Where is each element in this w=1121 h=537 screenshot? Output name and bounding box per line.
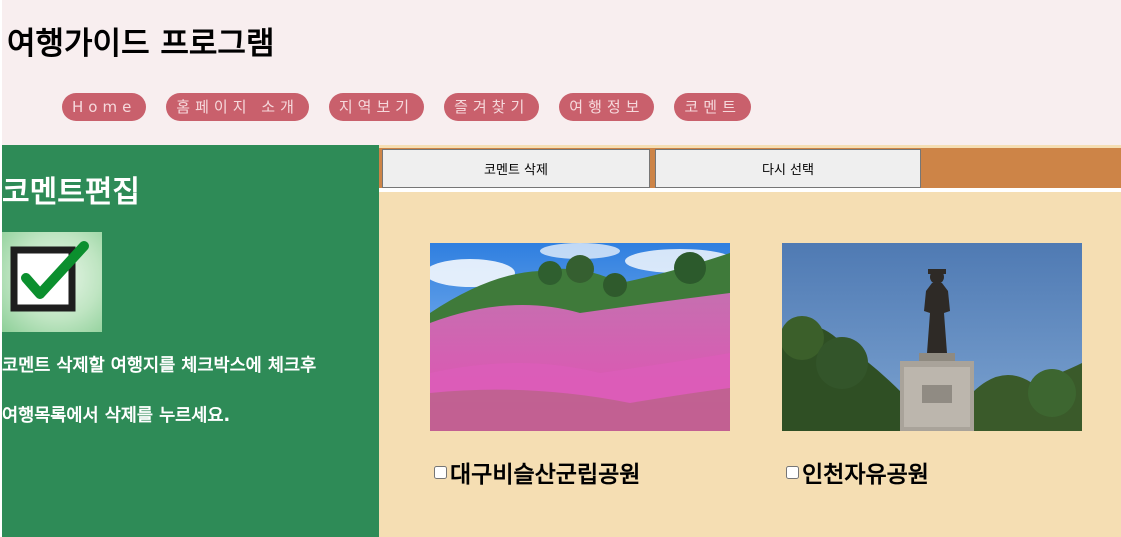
nav-comments[interactable]: 코멘트 xyxy=(674,93,751,121)
place-checkbox-label[interactable]: 대구비슬산군립공원 xyxy=(432,455,640,489)
checkbox-check-icon xyxy=(2,232,102,332)
place-card: 대구비슬산군립공원 xyxy=(430,243,730,488)
statue-photo xyxy=(782,243,1082,431)
sidebar: 코멘트편집 코멘트 삭제할 여행지를 체크박스에 체크후 여행목록에서 삭제를 … xyxy=(2,145,379,537)
main-nav: Home 홈페이지 소개 지역보기 즐겨찾기 여행정보 코멘트 xyxy=(62,93,751,121)
sidebar-description-line: 여행목록에서 삭제를 누르세요. xyxy=(2,406,231,426)
nav-about[interactable]: 홈페이지 소개 xyxy=(166,93,309,121)
nav-favorites[interactable]: 즐겨찾기 xyxy=(444,93,540,121)
toolbar-divider xyxy=(379,188,1121,192)
place-checkbox-label[interactable]: 인천자유공원 xyxy=(784,455,929,489)
header: 여행가이드 프로그램 Home 홈페이지 소개 지역보기 즐겨찾기 여행정보 코… xyxy=(2,0,1121,145)
nav-travel-info[interactable]: 여행정보 xyxy=(559,93,655,121)
sidebar-title: 코멘트편집 xyxy=(2,175,140,210)
delete-comment-button[interactable]: 코멘트 삭제 xyxy=(382,149,650,188)
site-title: 여행가이드 프로그램 xyxy=(7,26,275,62)
azalea-hill-photo xyxy=(430,243,730,431)
place-card: 인천자유공원 xyxy=(782,243,1082,488)
place-checkbox[interactable] xyxy=(434,465,447,479)
page: 여행가이드 프로그램 Home 홈페이지 소개 지역보기 즐겨찾기 여행정보 코… xyxy=(0,0,1121,537)
sidebar-description: 코멘트 삭제할 여행지를 체크박스에 체크후 여행목록에서 삭제를 누르세요. xyxy=(2,341,379,441)
nav-home[interactable]: Home xyxy=(62,93,147,121)
place-name: 인천자유공원 xyxy=(802,462,929,488)
place-checkbox[interactable] xyxy=(786,465,799,479)
toolbar: 코멘트 삭제 다시 선택 xyxy=(379,148,1121,188)
place-name: 대구비슬산군립공원 xyxy=(450,462,641,488)
nav-regions[interactable]: 지역보기 xyxy=(328,93,425,121)
reselect-button[interactable]: 다시 선택 xyxy=(655,149,921,188)
main-content: 코멘트 삭제 다시 선택 대구비슬산군립공원 인천자유공원 xyxy=(379,145,1121,537)
sidebar-description-line: 코멘트 삭제할 여행지를 체크박스에 체크후 xyxy=(2,356,317,376)
